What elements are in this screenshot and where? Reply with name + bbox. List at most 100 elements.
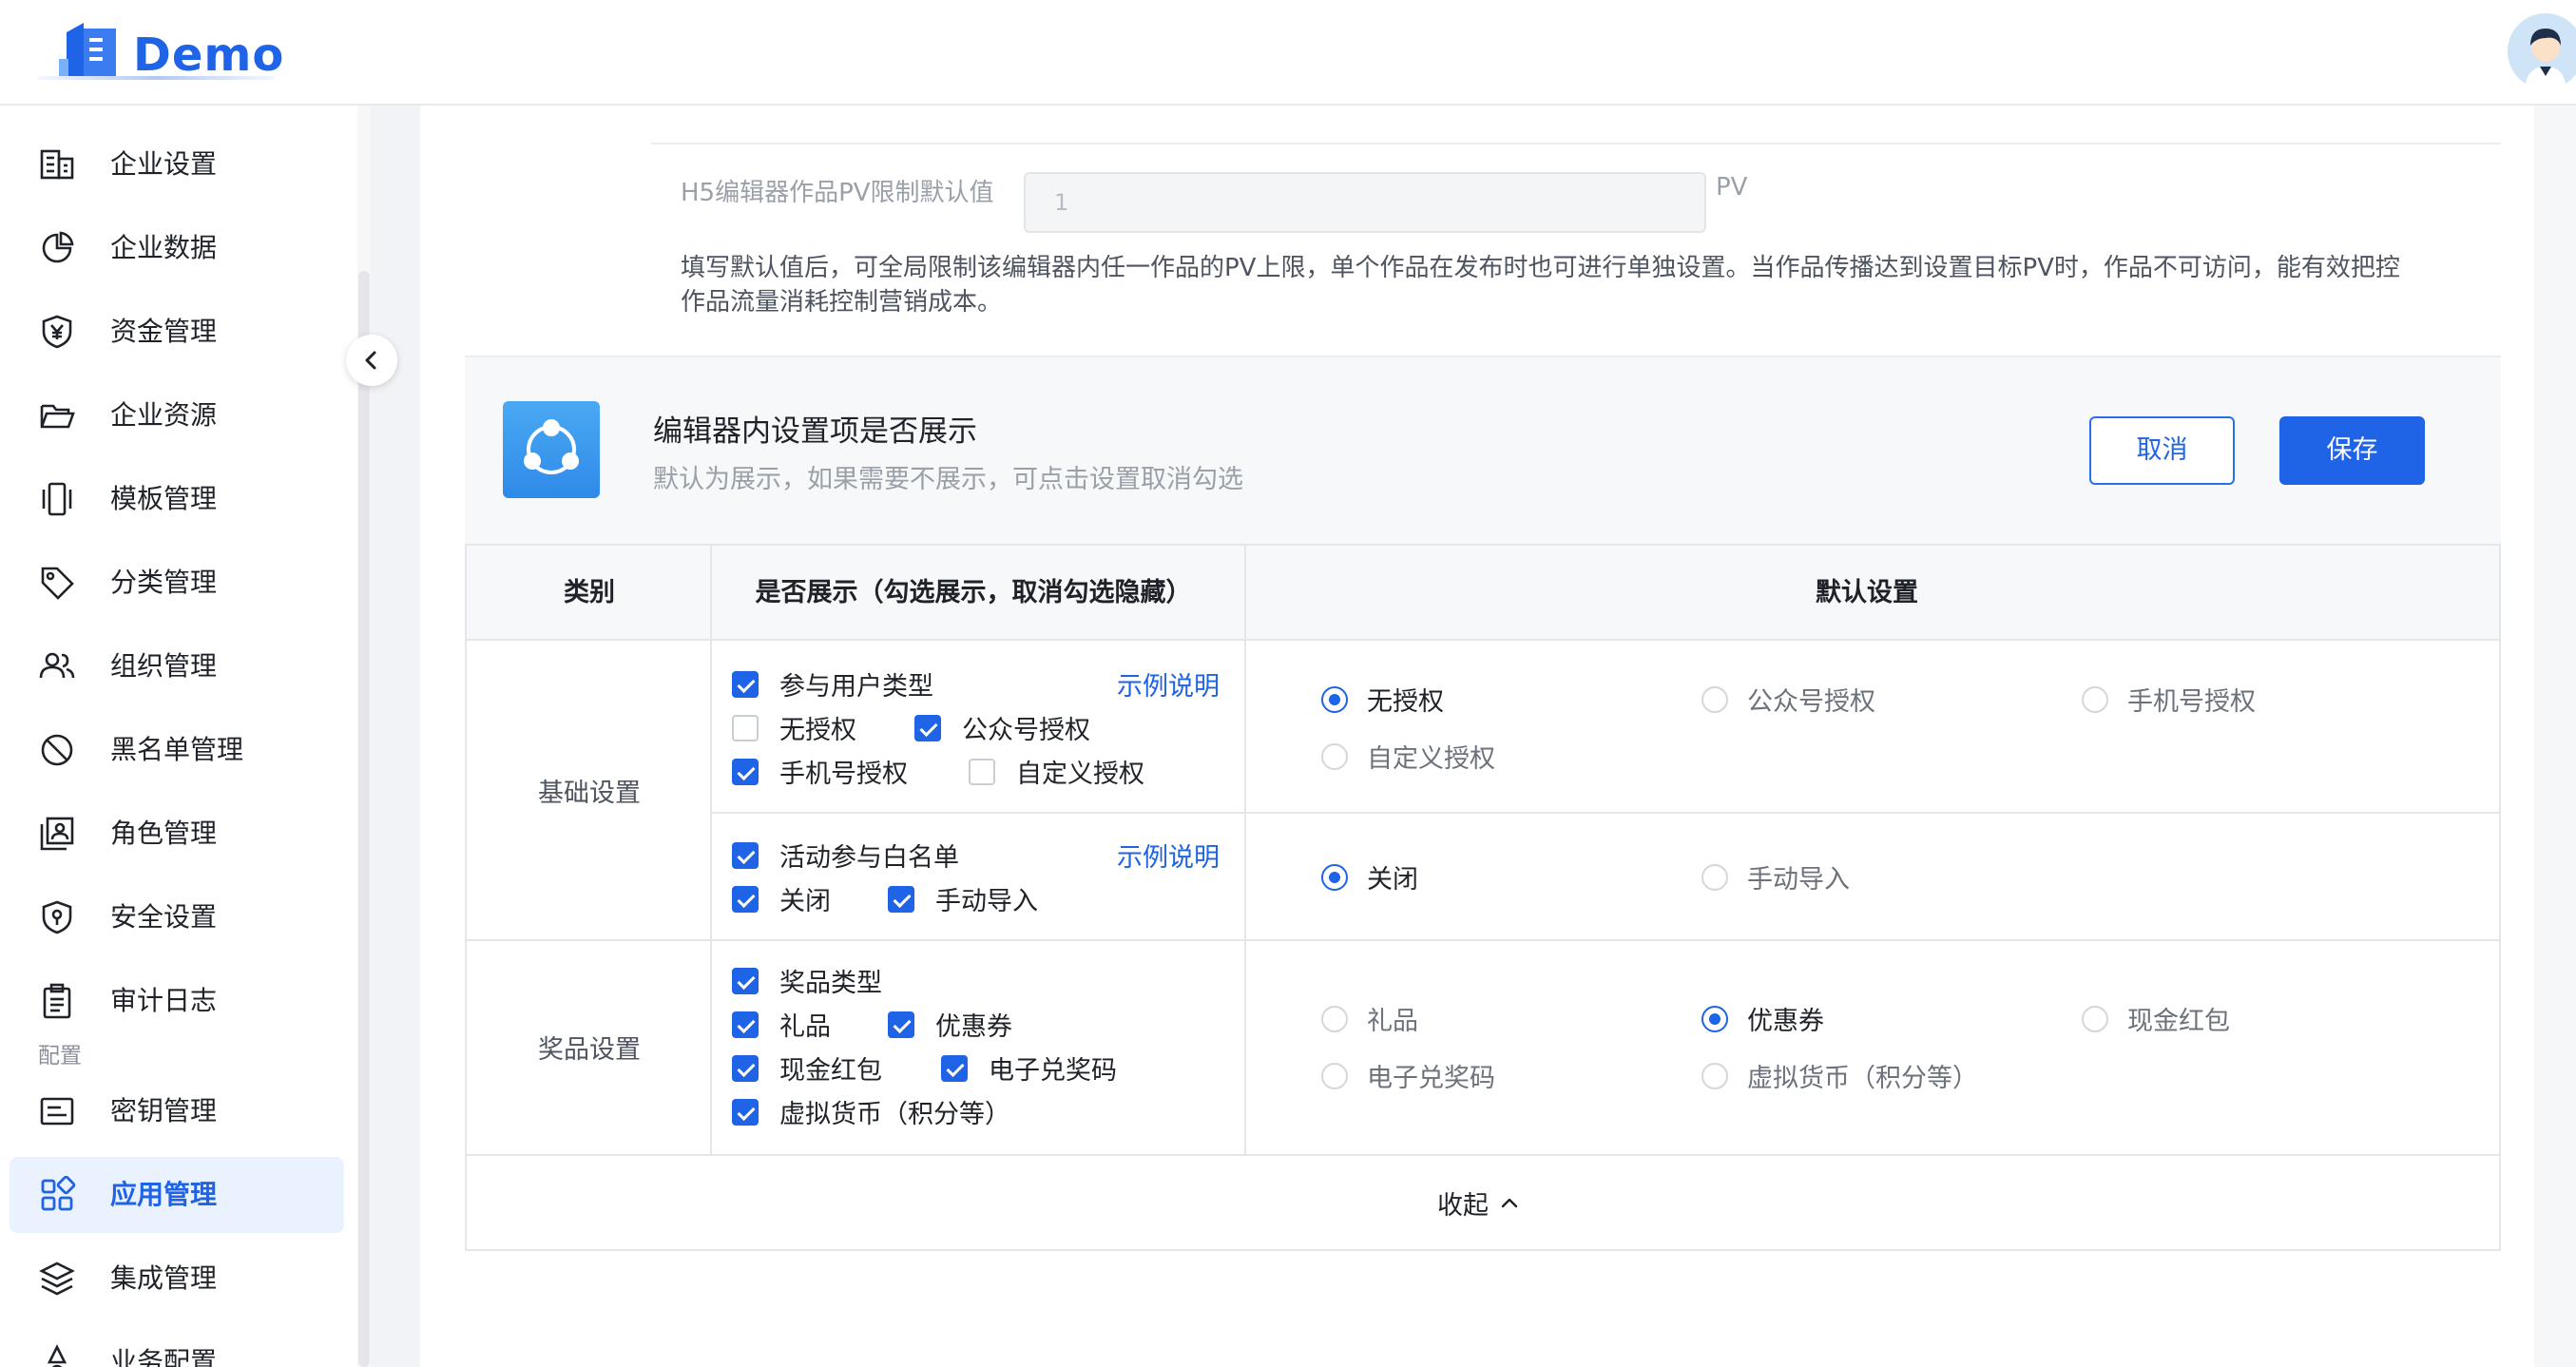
sidebar-item-blacklist[interactable]: 黑名单管理 [10,712,344,788]
template-icon [42,482,72,516]
sidebar-item-label: 模板管理 [110,483,218,514]
radio-circle[interactable] [2082,685,2108,713]
sidebar-item-label: 集成管理 [110,1262,218,1294]
sidebar-item-business-config[interactable]: 业务配置 [10,1324,344,1367]
top-header: Demo [0,0,2576,106]
radio-circle[interactable] [1321,863,1348,891]
radio-no-auth[interactable]: 无授权 [1321,681,1444,718]
checkbox-cash-red-packet[interactable]: 现金红包 [732,1049,882,1087]
sidebar-item-templates[interactable]: 模板管理 [10,461,344,537]
sidebar-item-label: 企业设置 [110,148,218,180]
checkbox-box[interactable] [914,714,941,741]
folder-open-icon [40,404,75,429]
radio-gift[interactable]: 礼品 [1321,1000,1418,1037]
checkbox-box[interactable] [941,1054,968,1082]
checkbox-box[interactable] [732,714,759,741]
checkbox-no-auth[interactable]: 无授权 [732,709,856,746]
checkbox-phone-auth[interactable]: 手机号授权 [732,753,908,790]
radio-label: 手动导入 [1747,865,1850,895]
checkbox-virtual-currency[interactable]: 虚拟货币（积分等） [732,1093,1010,1130]
sidebar-collapse-button[interactable] [346,335,397,386]
radio-cash-red-packet[interactable]: 现金红包 [2082,1000,2230,1037]
radio-official-account-auth[interactable]: 公众号授权 [1701,681,1875,718]
radio-e-redemption-code[interactable]: 电子兑奖码 [1321,1057,1495,1094]
sidebar-item-enterprise-settings[interactable]: 企业设置 [10,126,344,202]
sidebar-item-audit-log[interactable]: 审计日志 [10,963,344,1039]
example-link[interactable]: 示例说明 [1117,837,1220,874]
share-tile [503,401,600,498]
sidebar-item-label: 资金管理 [110,316,218,347]
sidebar-item-integrations[interactable]: 集成管理 [10,1241,344,1317]
sidebar-item-app-management[interactable]: 应用管理 [10,1157,344,1233]
save-button[interactable]: 保存 [2279,416,2425,485]
checkbox-box[interactable] [732,670,759,698]
checkbox-box[interactable] [732,967,759,994]
checkbox-coupon[interactable]: 优惠券 [888,1006,1012,1043]
example-link[interactable]: 示例说明 [1117,665,1220,703]
checkbox-custom-auth[interactable]: 自定义授权 [969,753,1144,790]
radio-circle[interactable] [1701,685,1728,713]
checkbox-manual-import[interactable]: 手动导入 [888,880,1038,917]
checkbox-box[interactable] [732,758,759,785]
checkbox-gift[interactable]: 礼品 [732,1006,831,1043]
user-avatar[interactable] [2508,13,2576,89]
radio-label: 自定义授权 [1367,744,1495,774]
checkbox-box[interactable] [732,1098,759,1126]
divider [467,1154,2499,1156]
checkbox-label: 无授权 [779,716,856,745]
checkbox-prize-type[interactable]: 奖品类型 [732,962,882,999]
checkbox-box[interactable] [732,1054,759,1082]
radio-circle[interactable] [1321,1005,1348,1032]
radio-coupon[interactable]: 优惠券 [1701,1000,1824,1037]
sidebar-item-enterprise-data[interactable]: 企业数据 [10,210,344,286]
checkbox-box[interactable] [732,885,759,913]
radio-close[interactable]: 关闭 [1321,858,1418,895]
sidebar-item-label: 分类管理 [110,567,218,598]
checkbox-participant-type[interactable]: 参与用户类型 [732,665,933,703]
sidebar-item-resources[interactable]: 企业资源 [10,377,344,453]
radio-circle[interactable] [2082,1005,2108,1032]
radio-circle[interactable] [1321,1062,1348,1089]
radio-virtual-currency[interactable]: 虚拟货币（积分等） [1701,1057,1978,1094]
sidebar-item-label: 企业数据 [110,232,218,263]
layers-icon [39,1261,75,1296]
checkbox-official-account-auth[interactable]: 公众号授权 [914,709,1090,746]
sidebar-item-security[interactable]: 安全设置 [10,879,344,955]
main-scroll-track [2534,106,2576,1367]
checkbox-box[interactable] [888,885,914,913]
sidebar-item-roles[interactable]: 角色管理 [10,796,344,872]
checkbox-label: 自定义授权 [1016,760,1144,789]
collapse-toggle[interactable]: 收起 [1437,1184,1521,1222]
checkbox-close[interactable]: 关闭 [732,880,831,917]
pv-limit-label: H5编辑器作品PV限制默认值 [681,179,994,207]
radio-label: 手机号授权 [2127,687,2256,717]
checkbox-e-redemption-code[interactable]: 电子兑奖码 [941,1049,1117,1087]
radio-circle[interactable] [1321,685,1348,713]
radio-circle[interactable] [1701,1062,1728,1089]
sidebar-item-organization[interactable]: 组织管理 [10,628,344,704]
checkbox-box[interactable] [732,841,759,869]
sidebar-item-funds[interactable]: 资金管理 [10,294,344,370]
radio-circle[interactable] [1701,1005,1728,1032]
role-card-icon [40,817,74,851]
radio-label: 优惠券 [1747,1007,1824,1036]
divider [712,812,2499,814]
column-header-category: 类别 [564,578,615,607]
divider [1244,546,1246,1156]
checkbox-box[interactable] [888,1011,914,1038]
divider [467,939,2499,941]
pv-limit-input[interactable]: 1 [1024,172,1706,233]
sidebar-scrollbar[interactable] [358,271,370,1367]
checkbox-whitelist[interactable]: 活动参与白名单 [732,837,959,874]
radio-manual-import[interactable]: 手动导入 [1701,858,1850,895]
radio-circle[interactable] [1701,863,1728,891]
cancel-button[interactable]: 取消 [2089,416,2235,485]
radio-circle[interactable] [1321,742,1348,770]
checkbox-box[interactable] [732,1011,759,1038]
radio-custom-auth[interactable]: 自定义授权 [1321,738,1495,775]
sidebar-item-label: 企业资源 [110,399,218,431]
sidebar-item-keys[interactable]: 密钥管理 [10,1073,344,1149]
checkbox-box[interactable] [969,758,995,785]
radio-phone-auth[interactable]: 手机号授权 [2082,681,2256,718]
sidebar-item-categories[interactable]: 分类管理 [10,545,344,621]
